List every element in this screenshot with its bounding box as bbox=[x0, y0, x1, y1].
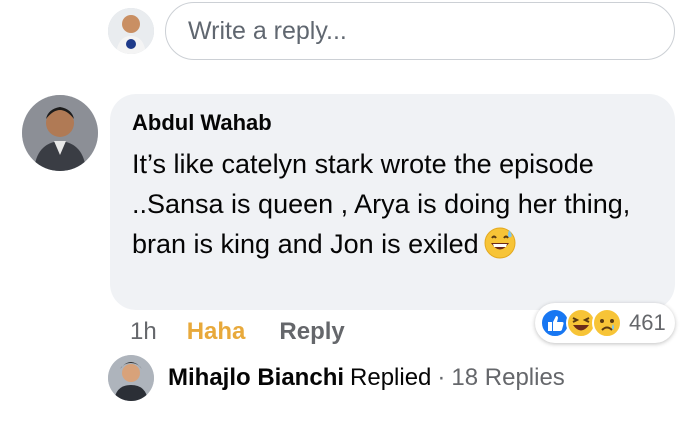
comment-bubble: Abdul Wahab It’s like catelyn stark wrot… bbox=[110, 94, 675, 310]
grinning-sweat-emoji-icon bbox=[483, 226, 517, 260]
reaction-count: 461 bbox=[629, 310, 666, 335]
current-user-avatar[interactable] bbox=[108, 8, 154, 54]
comment-text: It’s like catelyn stark wrote the episod… bbox=[132, 144, 653, 264]
replier-name: Mihajlo Bianchi bbox=[168, 364, 345, 391]
view-replies-link[interactable]: Mihajlo Bianchi Replied · 18 Replies bbox=[168, 364, 565, 392]
replier-avatar[interactable] bbox=[108, 355, 154, 401]
current-user-avatar-image bbox=[108, 8, 154, 54]
comment-text-content: It’s like catelyn stark wrote the episod… bbox=[132, 149, 631, 259]
haha-reaction-button[interactable]: Haha bbox=[187, 318, 246, 346]
reply-input[interactable]: Write a reply... bbox=[165, 2, 675, 60]
reply-button[interactable]: Reply bbox=[279, 318, 344, 346]
comment-author-avatar[interactable] bbox=[22, 95, 98, 171]
comment-author-name[interactable]: Abdul Wahab bbox=[132, 110, 653, 136]
reaction-summary[interactable]: 461 bbox=[535, 303, 675, 343]
replied-verb: Replied bbox=[350, 364, 432, 391]
replies-count: 18 Replies bbox=[451, 364, 565, 391]
replier-avatar-image bbox=[108, 355, 154, 401]
comment-actions: 1h Haha Reply bbox=[130, 318, 345, 346]
comment-timestamp[interactable]: 1h bbox=[130, 318, 157, 346]
comment-author-avatar-image bbox=[22, 95, 98, 171]
separator-dot: · bbox=[437, 364, 446, 391]
sad-icon bbox=[591, 307, 623, 339]
